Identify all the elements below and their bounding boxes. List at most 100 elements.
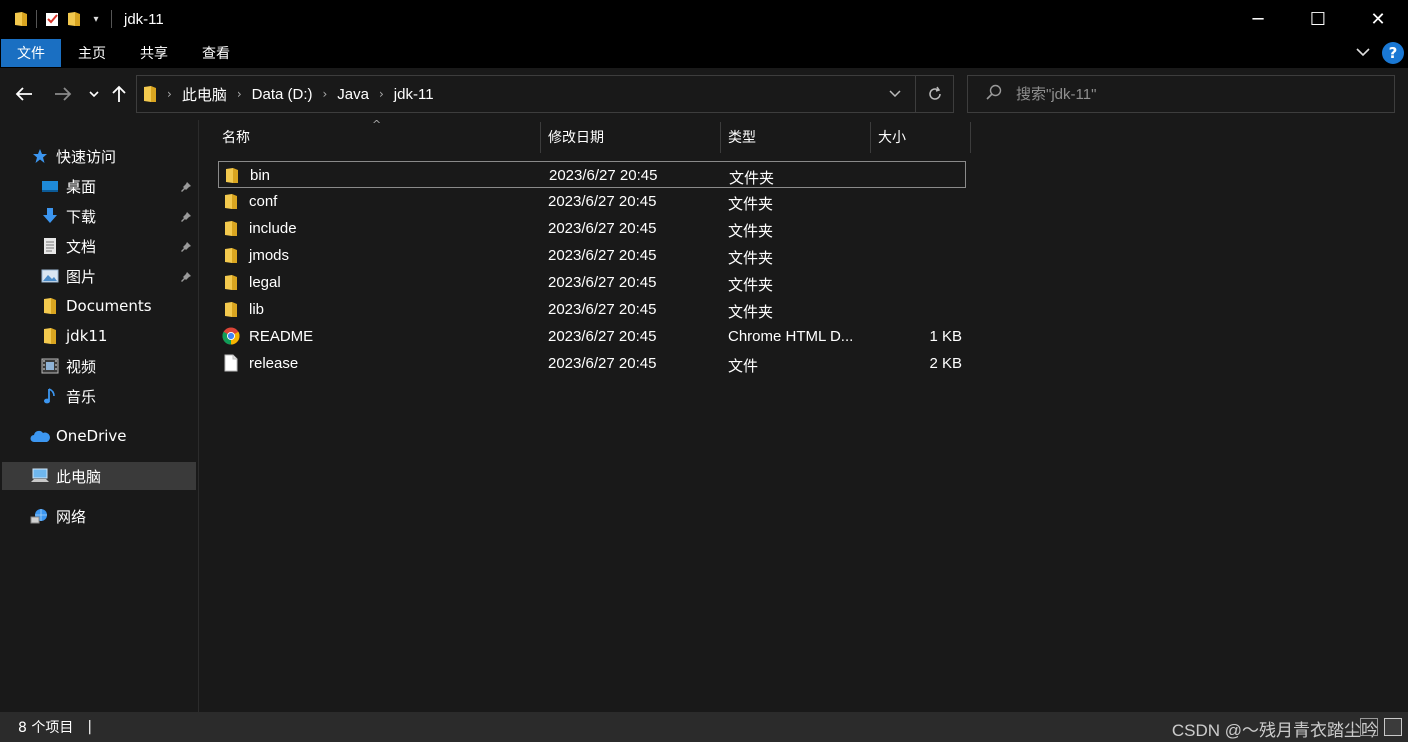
sidebar-item-jdk11[interactable]: jdk11 [40, 322, 196, 350]
file-row-readme[interactable]: README 2023/6/27 20:45 Chrome HTML D... … [218, 323, 966, 350]
file-type: 文件夹 [728, 277, 774, 294]
pin-icon[interactable] [180, 239, 192, 257]
watermark-text: CSDN @～残月青衣踏尘吟 [1171, 721, 1378, 740]
file-name-cell: README [222, 327, 313, 345]
navigation-pane: 快速访问 桌面 下载 文档 图片 Documents jdk11 视频 音乐 O… [0, 120, 198, 712]
search-box[interactable] [967, 75, 1395, 113]
file-name: lib [249, 300, 265, 318]
file-date: 2023/6/27 20:45 [548, 220, 657, 237]
sidebar-item-desktop[interactable]: 桌面 [40, 172, 196, 200]
file-date: 2023/6/27 20:45 [549, 167, 658, 184]
file-name: include [249, 219, 297, 237]
chevron-right-icon[interactable]: › [379, 87, 384, 101]
back-button[interactable] [12, 82, 36, 106]
file-type: 文件夹 [728, 223, 774, 240]
window-title: jdk-11 [124, 10, 164, 28]
ribbon-tabs: 文件 主页 共享 查看 ? [0, 38, 1408, 68]
tab-share[interactable]: 共享 [123, 39, 185, 67]
navigation-bar: › 此电脑 › Data (D:) › Java › jdk-11 [0, 68, 1408, 120]
toolbar-separator [36, 10, 37, 28]
item-count: 8 个项目 [18, 720, 74, 736]
pane-divider[interactable] [198, 120, 199, 712]
breadcrumb-this-pc[interactable]: 此电脑 [182, 84, 227, 105]
file-row-bin[interactable]: bin 2023/6/27 20:45 文件夹 [218, 161, 966, 188]
details-view-icon[interactable] [1360, 718, 1378, 736]
file-row-release[interactable]: release 2023/6/27 20:45 文件 2 KB [218, 350, 966, 377]
sidebar-item-label: 图片 [66, 267, 97, 286]
sidebar-item-label: Documents [66, 297, 152, 315]
address-dropdown-icon[interactable] [889, 85, 901, 101]
help-button[interactable]: ? [1382, 42, 1404, 64]
file-row-conf[interactable]: conf 2023/6/27 20:45 文件夹 [218, 188, 966, 215]
pin-icon[interactable] [180, 179, 192, 197]
properties-icon[interactable] [41, 8, 63, 30]
sidebar-item-documents[interactable]: 文档 [40, 232, 196, 260]
refresh-button[interactable] [915, 76, 953, 112]
column-header-type[interactable]: 类型 [728, 120, 756, 153]
sidebar-item-this-pc[interactable]: 此电脑 [2, 462, 196, 490]
sidebar-item-label: 网络 [56, 507, 87, 526]
maximize-button[interactable]: ☐ [1288, 0, 1348, 38]
search-input[interactable] [1016, 85, 1376, 103]
close-button[interactable]: ✕ [1348, 0, 1408, 38]
breadcrumb-data-drive[interactable]: Data (D:) [252, 86, 313, 103]
expand-ribbon-icon[interactable] [1356, 45, 1370, 61]
download-icon [40, 206, 60, 226]
chevron-right-icon[interactable]: › [237, 87, 242, 101]
address-bar[interactable]: › 此电脑 › Data (D:) › Java › jdk-11 [136, 75, 954, 113]
file-row-include[interactable]: include 2023/6/27 20:45 文件夹 [218, 215, 966, 242]
title-bar: ▾ jdk-11 ─ ☐ ✕ [0, 0, 1408, 38]
tab-home[interactable]: 主页 [61, 39, 123, 67]
sidebar-item-downloads[interactable]: 下载 [40, 202, 196, 230]
breadcrumb-jdk11[interactable]: jdk-11 [394, 86, 434, 103]
pin-icon[interactable] [180, 269, 192, 287]
file-date: 2023/6/27 20:45 [548, 274, 657, 291]
column-separator[interactable] [720, 122, 721, 153]
column-header-date[interactable]: 修改日期 [548, 120, 604, 153]
view-toggle [1360, 718, 1402, 736]
column-separator[interactable] [870, 122, 871, 153]
sidebar-item-onedrive[interactable]: OneDrive [30, 422, 196, 450]
sidebar-item-music[interactable]: 音乐 [40, 382, 196, 410]
new-folder-icon[interactable] [63, 8, 85, 30]
sidebar-item-label: 下载 [66, 207, 97, 226]
tab-view[interactable]: 查看 [185, 39, 247, 67]
document-icon [40, 236, 60, 256]
file-row-jmods[interactable]: jmods 2023/6/27 20:45 文件夹 [218, 242, 966, 269]
up-button[interactable] [107, 82, 131, 106]
column-header-size[interactable]: 大小 [878, 120, 906, 153]
sidebar-item-documents-folder[interactable]: Documents [40, 292, 196, 320]
tab-file[interactable]: 文件 [1, 39, 61, 67]
file-row-lib[interactable]: lib 2023/6/27 20:45 文件夹 [218, 296, 966, 323]
sidebar-item-label: 视频 [66, 357, 97, 376]
column-separator[interactable] [970, 122, 971, 153]
quick-access-toolbar: ▾ [0, 0, 116, 38]
breadcrumb-java[interactable]: Java [337, 86, 369, 103]
forward-button[interactable] [51, 82, 75, 106]
file-date: 2023/6/27 20:45 [548, 355, 657, 372]
file-date: 2023/6/27 20:45 [548, 301, 657, 318]
file-date: 2023/6/27 20:45 [548, 193, 657, 210]
file-icon [222, 354, 240, 372]
column-separator[interactable] [540, 122, 541, 153]
file-name-cell: bin [223, 166, 270, 184]
chevron-right-icon[interactable]: › [322, 87, 327, 101]
recent-locations-button[interactable] [82, 82, 106, 106]
sidebar-item-quick-access[interactable]: 快速访问 [30, 142, 196, 170]
pin-icon[interactable] [180, 209, 192, 227]
file-size: 1 KB [929, 328, 962, 345]
file-type: 文件夹 [728, 196, 774, 213]
network-icon [30, 506, 50, 526]
file-row-legal[interactable]: legal 2023/6/27 20:45 文件夹 [218, 269, 966, 296]
large-icons-view-icon[interactable] [1384, 718, 1402, 736]
sidebar-item-pictures[interactable]: 图片 [40, 262, 196, 290]
sidebar-item-videos[interactable]: 视频 [40, 352, 196, 380]
minimize-button[interactable]: ─ [1228, 0, 1288, 38]
status-separator: | [87, 719, 93, 735]
file-name-cell: jmods [222, 246, 289, 264]
customize-toolbar-icon[interactable]: ▾ [85, 8, 107, 30]
sidebar-item-label: 音乐 [66, 387, 97, 406]
file-name: conf [249, 192, 278, 210]
sidebar-item-network[interactable]: 网络 [30, 502, 196, 530]
column-header-name[interactable]: 名称 [222, 120, 250, 153]
